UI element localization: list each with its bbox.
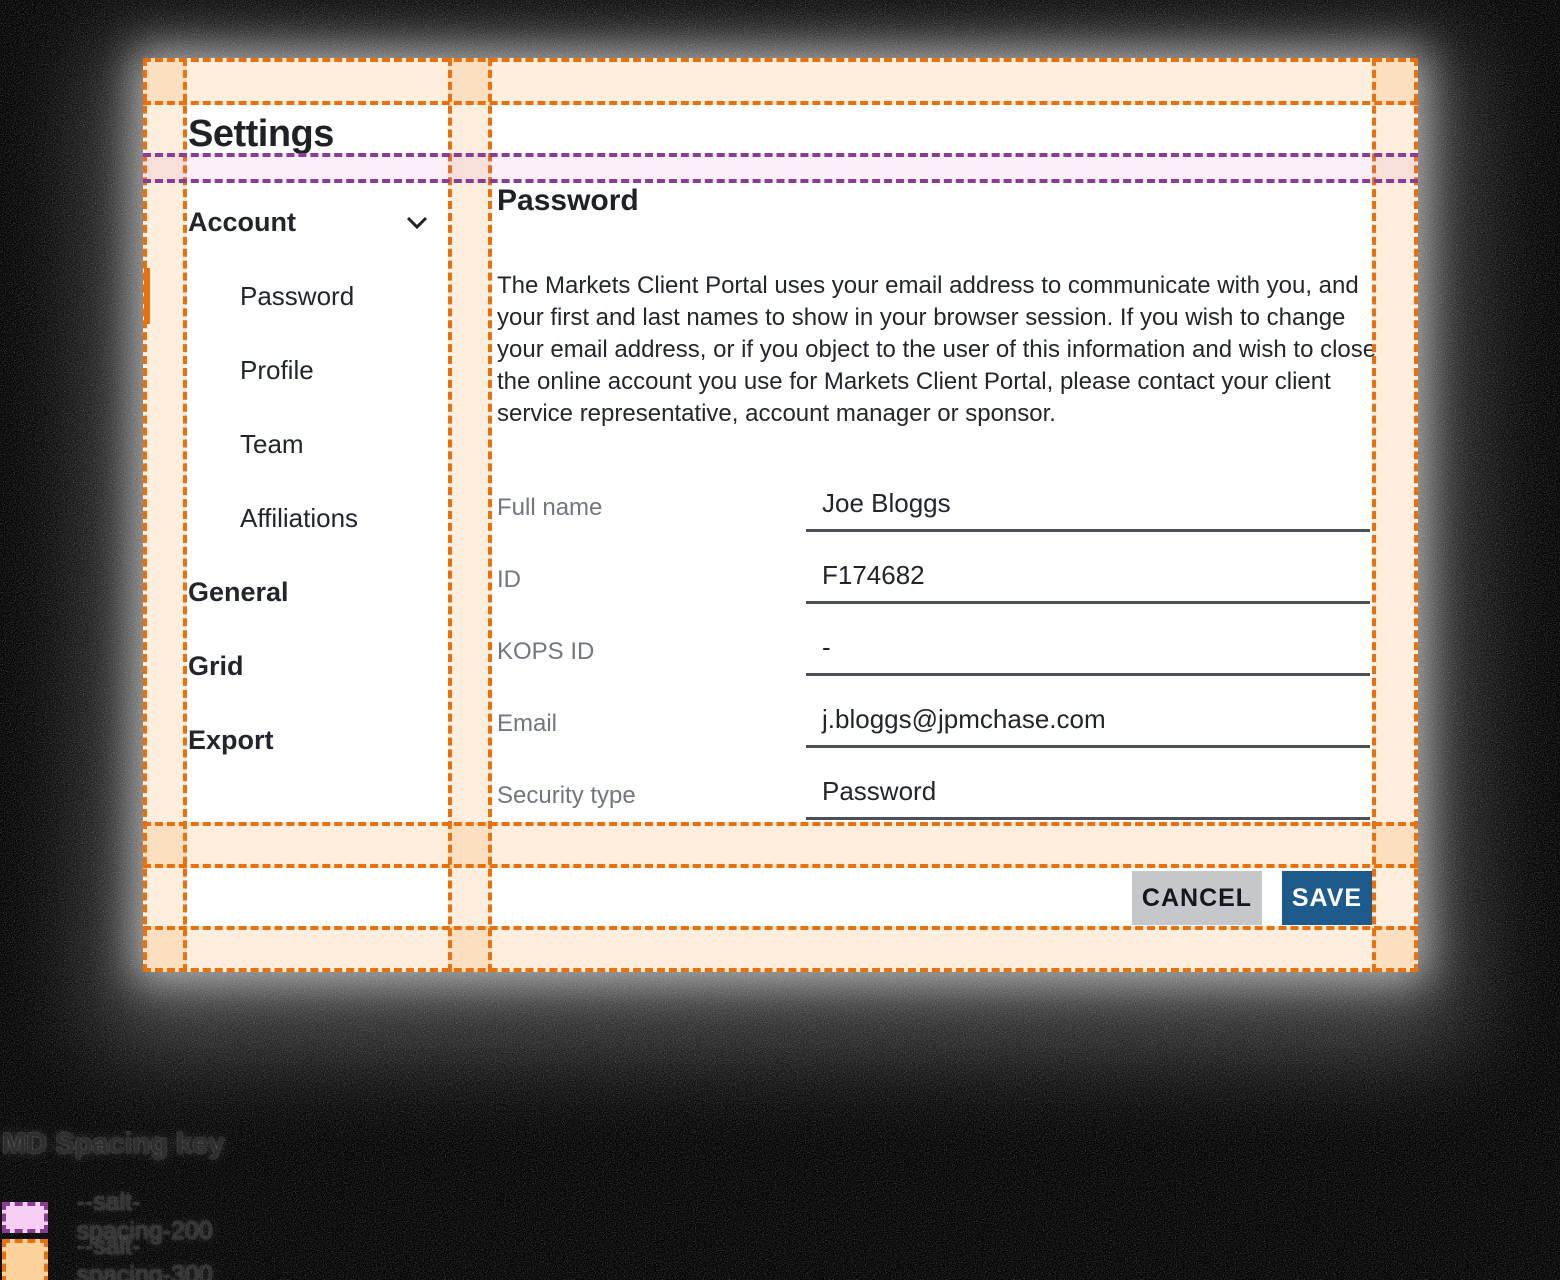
field-label: Email [497,710,557,738]
sidebar-item-label: Team [240,429,304,460]
spacing-band-sidebar-gap [448,58,492,972]
sidebar-item-label: General [188,577,289,608]
field-label: KOPS ID [497,638,594,666]
spacing-band-title-gap [143,153,1418,183]
form-row-security-type: Security type Password [497,766,1372,820]
kops-id-field[interactable]: - [806,622,1370,676]
form-row-kops-id: KOPS ID - [497,622,1372,676]
sidebar-item-label: Grid [188,651,244,682]
sidebar-item-password[interactable]: Password [188,272,440,320]
section-description: The Markets Client Portal uses your emai… [497,270,1377,430]
legend-label: --salt-spacing-300 [76,1232,224,1280]
page-background: Settings Account Password Profile Team A… [0,0,1560,1280]
sidebar-item-profile[interactable]: Profile [188,346,440,394]
legend-item-spacing-300: --salt-spacing-300 [2,1232,224,1280]
sidebar-item-label: Profile [240,355,314,386]
email-field[interactable]: j.bloggs@jpmchase.com [806,694,1370,748]
active-item-indicator [144,268,150,324]
security-type-field[interactable]: Password [806,766,1370,820]
sidebar-item-affiliations[interactable]: Affiliations [188,494,440,542]
id-field[interactable]: F174682 [806,550,1370,604]
chevron-down-icon [404,210,430,234]
settings-dialog: Settings Account Password Profile Team A… [143,58,1418,972]
sidebar-item-label: Password [240,281,354,312]
sidebar-item-label: Export [188,725,274,756]
section-heading: Password [497,184,639,218]
sidebar-item-export[interactable]: Export [188,716,440,764]
sidebar-item-team[interactable]: Team [188,420,440,468]
legend-title: MD Spacing key [2,1128,224,1161]
spacing-200-swatch [2,1202,48,1233]
form-row-id: ID F174682 [497,550,1372,604]
field-label: Full name [497,494,602,522]
field-label: ID [497,566,521,594]
sidebar-item-label: Account [188,207,296,238]
spacing-300-swatch [2,1239,48,1280]
sidebar-item-account[interactable]: Account [188,198,440,246]
sidebar-item-general[interactable]: General [188,568,440,616]
full-name-field[interactable]: Joe Bloggs [806,478,1370,532]
spacing-band-bottom [143,926,1418,972]
spacing-band-left [143,58,187,972]
spacing-band-content-bottom [143,822,1418,868]
cancel-button[interactable]: CANCEL [1132,871,1262,925]
spacing-band-top [143,58,1418,105]
dialog-title: Settings [188,112,334,156]
sidebar-item-grid[interactable]: Grid [188,642,440,690]
spacing-band-right [1372,58,1418,972]
form-row-email: Email j.bloggs@jpmchase.com [497,694,1372,748]
spacing-key-legend: MD Spacing key --salt-spacing-200 --salt… [2,1128,224,1161]
save-button[interactable]: SAVE [1282,871,1372,925]
form-row-full-name: Full name Joe Bloggs [497,478,1372,532]
field-label: Security type [497,782,636,810]
sidebar-item-label: Affiliations [240,503,358,534]
